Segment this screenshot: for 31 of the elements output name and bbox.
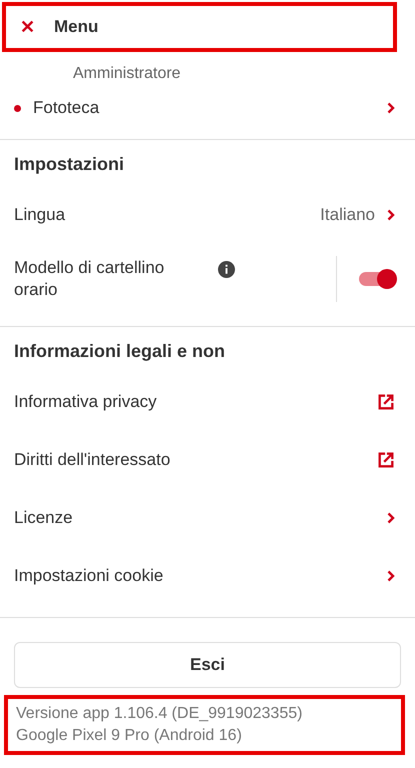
toggle-switch[interactable] — [359, 272, 395, 286]
item-label: Informativa privacy — [14, 392, 157, 412]
logout-button[interactable]: Esci — [14, 642, 401, 688]
item-label: Fototeca — [33, 98, 100, 118]
info-icon[interactable] — [218, 260, 235, 278]
menu-item[interactable]: Diritti dell'interessato — [0, 431, 415, 489]
version-text: Versione app 1.106.4 (DE_9919023355) — [16, 704, 304, 724]
item-label: Licenze — [14, 508, 73, 528]
menu-item[interactable]: Modello di cartellino orario — [0, 244, 415, 314]
item-label: Impostazioni cookie — [14, 566, 164, 586]
menu-item[interactable]: Fototeca — [0, 89, 415, 127]
item-value: Italiano — [320, 205, 375, 225]
close-icon[interactable]: ✕ — [20, 16, 40, 38]
item-label: Modello di cartellino orario — [14, 257, 166, 301]
section-title: Informazioni legali e non — [13, 341, 226, 363]
menu-item[interactable]: Licenze — [0, 489, 415, 547]
chevron-right-icon — [387, 209, 395, 221]
version-text: Google Pixel 9 Pro (Android 16) — [16, 726, 243, 746]
external-link-icon — [377, 451, 395, 469]
role-label: Amministratore — [72, 65, 182, 84]
chevron-right-icon — [387, 102, 395, 114]
item-label: Diritti dell'interessato — [14, 450, 170, 470]
menu-title: Menu — [54, 17, 98, 37]
menu-item[interactable]: Impostazioni cookie — [0, 547, 415, 605]
menu-item[interactable]: Informativa privacy — [0, 373, 415, 431]
menu-item[interactable]: Lingua Italiano — [0, 186, 415, 244]
external-link-icon — [377, 393, 395, 411]
chevron-right-icon — [387, 512, 395, 524]
chevron-right-icon — [387, 570, 395, 582]
section-title: Impostazioni — [13, 154, 126, 176]
item-label: Lingua — [14, 205, 66, 225]
